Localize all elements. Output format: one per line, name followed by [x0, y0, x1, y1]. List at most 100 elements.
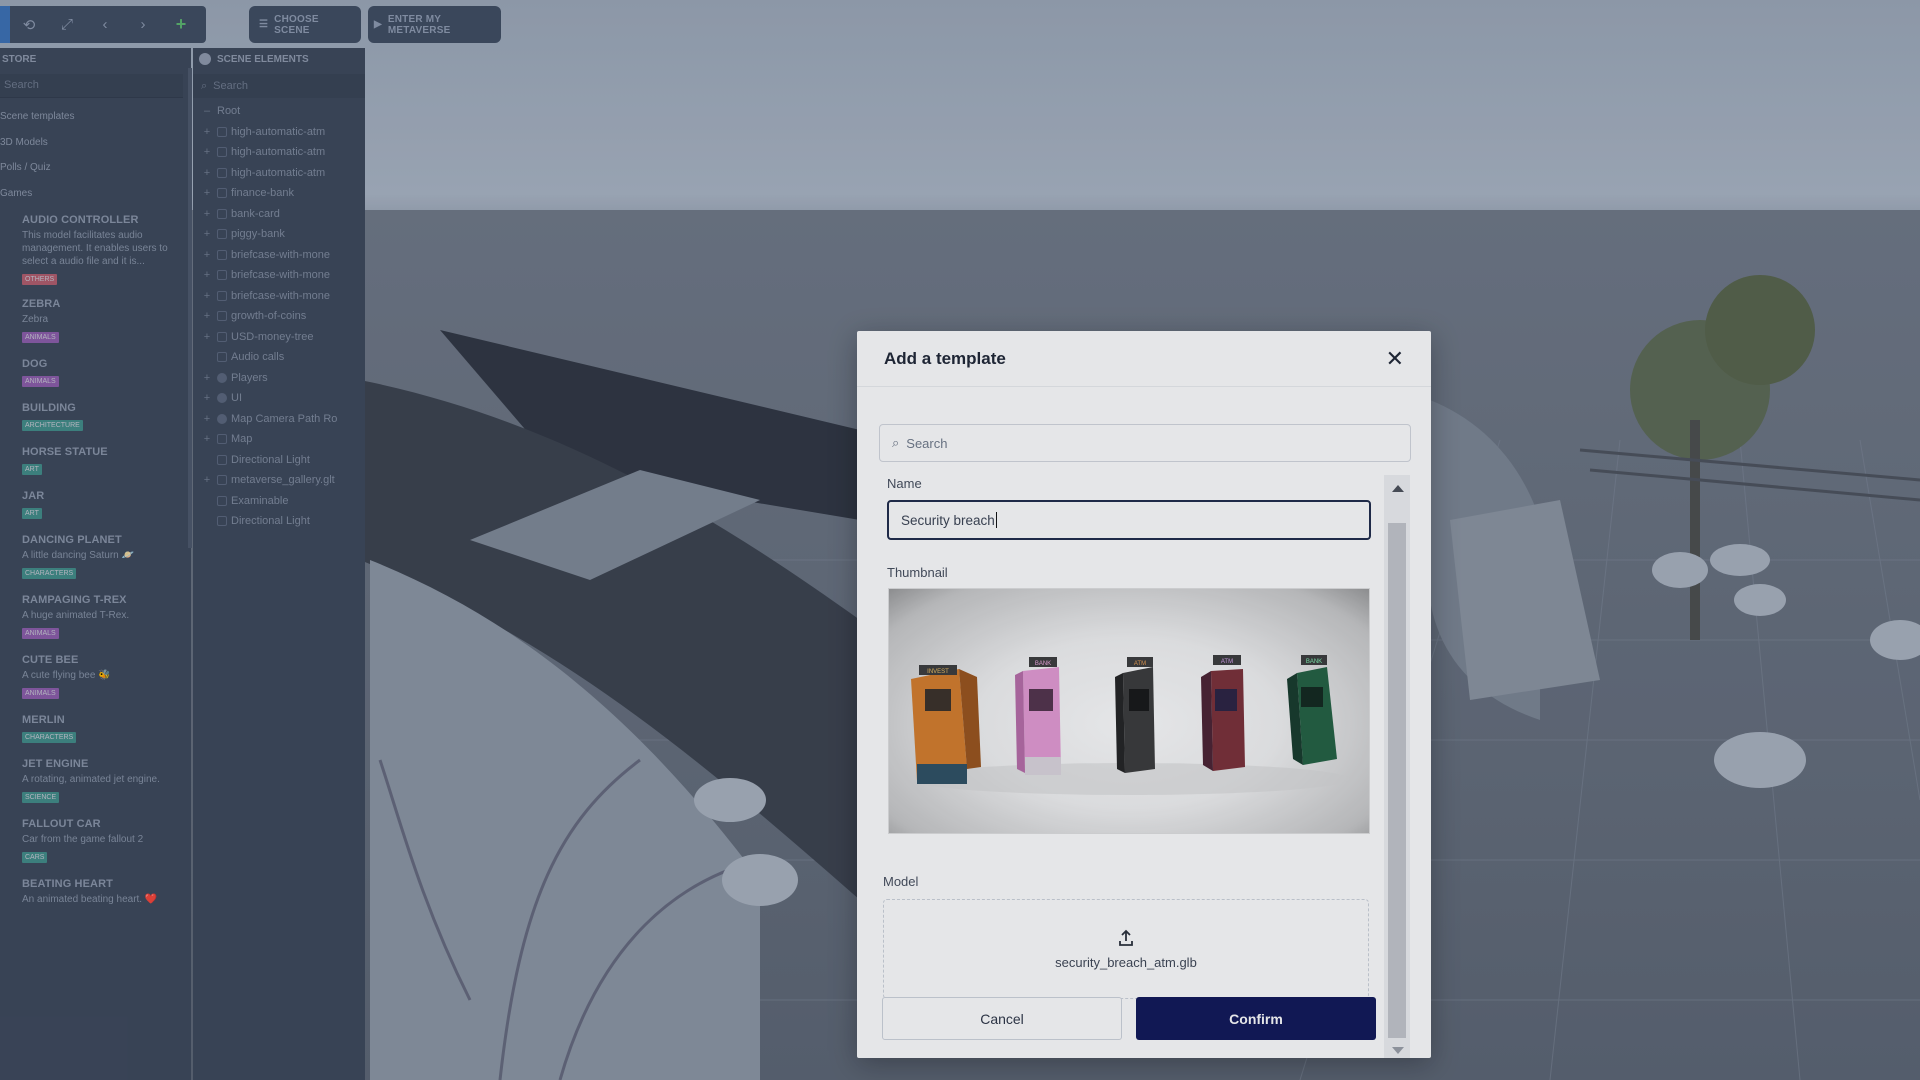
- expand-icon[interactable]: +: [201, 372, 213, 384]
- expand-icon[interactable]: +: [201, 413, 213, 425]
- store-item[interactable]: RAMPAGING T-REX A huge animated T-Rex. ANI…: [0, 594, 191, 640]
- store-item[interactable]: ZEBRA Zebra ANIMALS: [0, 298, 191, 344]
- expand-icon[interactable]: +: [201, 167, 213, 179]
- store-item[interactable]: JET ENGINE A rotating, animated jet engin…: [0, 758, 191, 804]
- visibility-checkbox[interactable]: [217, 352, 227, 363]
- expand-icon[interactable]: +: [201, 331, 213, 343]
- visibility-checkbox[interactable]: [217, 516, 227, 527]
- expand-icon[interactable]: +: [201, 474, 213, 486]
- scene-tree-item-label: Examinable: [231, 494, 289, 507]
- scene-tree-item[interactable]: + finance-bank: [193, 183, 365, 204]
- scene-tree-item[interactable]: Directional Light: [193, 450, 365, 471]
- scene-elements-search[interactable]: ⌕ Search: [193, 74, 365, 98]
- scene-tree-item[interactable]: Examinable: [193, 491, 365, 512]
- store-search-input[interactable]: Search: [0, 74, 183, 98]
- visibility-checkbox[interactable]: [217, 372, 227, 383]
- collapse-icon[interactable]: –: [201, 105, 213, 117]
- visibility-checkbox[interactable]: [217, 331, 227, 342]
- scene-tree-item[interactable]: + briefcase-with-mone: [193, 265, 365, 286]
- scene-tree-item[interactable]: + briefcase-with-mone: [193, 286, 365, 307]
- scene-tree-item[interactable]: + Map: [193, 429, 365, 450]
- visibility-checkbox[interactable]: [217, 475, 227, 486]
- thumbnail-image[interactable]: INVEST BANK ATM ATM BANK: [888, 588, 1370, 834]
- store-item[interactable]: DANCING PLANET A little dancing Saturn 🪐 C…: [0, 534, 191, 580]
- visibility-checkbox[interactable]: [217, 208, 227, 219]
- store-category[interactable]: Games: [0, 181, 191, 207]
- store-item-description: A little dancing Saturn 🪐: [22, 550, 134, 561]
- scene-tree-item[interactable]: Directional Light: [193, 511, 365, 532]
- tree-root[interactable]: – Root: [193, 101, 365, 122]
- expand-icon[interactable]: +: [201, 126, 213, 138]
- dialog-scrollbar[interactable]: [1384, 475, 1410, 1058]
- scene-tree-item[interactable]: + high-automatic-atm: [193, 122, 365, 143]
- store-item[interactable]: CUTE BEE A cute flying bee 🐝 ANIMALS: [0, 654, 191, 700]
- chevron-right-icon[interactable]: ›: [124, 6, 162, 43]
- sync-icon[interactable]: ⟲: [10, 6, 48, 43]
- scene-tree-item[interactable]: + briefcase-with-mone: [193, 245, 365, 266]
- store-item[interactable]: BEATING HEART An animated beating heart. …: [0, 878, 191, 906]
- expand-icon[interactable]: +: [201, 392, 213, 404]
- expand-icon[interactable]: +: [201, 290, 213, 302]
- expand-icon[interactable]: +: [201, 228, 213, 240]
- visibility-checkbox[interactable]: [217, 126, 227, 137]
- visibility-checkbox[interactable]: [217, 413, 227, 424]
- scene-tree-item[interactable]: + UI: [193, 388, 365, 409]
- scene-tree-item[interactable]: + metaverse_gallery.glt: [193, 470, 365, 491]
- store-category[interactable]: Scene templates: [0, 104, 191, 130]
- visibility-checkbox[interactable]: [217, 167, 227, 178]
- store-item[interactable]: MERLIN CHARACTERS: [0, 714, 191, 744]
- visibility-checkbox[interactable]: [217, 188, 227, 199]
- scene-tree-item[interactable]: + high-automatic-atm: [193, 142, 365, 163]
- store-category[interactable]: Polls / Quiz: [0, 155, 191, 181]
- scroll-up-arrow[interactable]: [1392, 485, 1404, 492]
- template-search-input[interactable]: ⌕ Search: [879, 424, 1411, 462]
- scene-tree-item[interactable]: + bank-card: [193, 204, 365, 225]
- expand-icon[interactable]: ⤢: [48, 6, 86, 43]
- scene-tree-item[interactable]: Audio calls: [193, 347, 365, 368]
- choose-scene-button[interactable]: ☰ CHOOSE SCENE: [249, 6, 361, 43]
- visibility-checkbox[interactable]: [217, 290, 227, 301]
- scene-tree-item[interactable]: + growth-of-coins: [193, 306, 365, 327]
- visibility-checkbox[interactable]: [217, 311, 227, 322]
- visibility-checkbox[interactable]: [217, 454, 227, 465]
- visibility-checkbox[interactable]: [217, 434, 227, 445]
- store-item[interactable]: HORSE STATUE ART: [0, 446, 191, 476]
- scene-tree-item[interactable]: + high-automatic-atm: [193, 163, 365, 184]
- expand-icon[interactable]: +: [201, 310, 213, 322]
- store-category[interactable]: 3D Models: [0, 130, 191, 156]
- store-scrollbar[interactable]: [188, 68, 192, 548]
- expand-icon[interactable]: +: [201, 269, 213, 281]
- chevron-left-icon[interactable]: ‹: [86, 6, 124, 43]
- confirm-button[interactable]: Confirm: [1136, 997, 1376, 1040]
- scroll-thumb[interactable]: [1388, 523, 1406, 1038]
- visibility-checkbox[interactable]: [217, 495, 227, 506]
- close-icon[interactable]: ✕: [1386, 347, 1404, 370]
- visibility-checkbox[interactable]: [217, 270, 227, 281]
- scroll-down-arrow[interactable]: [1392, 1047, 1404, 1054]
- store-item[interactable]: FALLOUT CAR Car from the game fallout 2 CA…: [0, 818, 191, 864]
- visibility-checkbox[interactable]: [217, 249, 227, 260]
- expand-icon[interactable]: +: [201, 208, 213, 220]
- name-field[interactable]: Security breach: [887, 500, 1371, 540]
- scene-tree-item[interactable]: + piggy-bank: [193, 224, 365, 245]
- store-categories: Scene templates 3D Models Polls / Quiz Game…: [0, 104, 191, 206]
- store-item[interactable]: AUDIO CONTROLLER This model facilitates a…: [0, 214, 191, 286]
- cancel-button[interactable]: Cancel: [882, 997, 1122, 1040]
- scene-tree-item[interactable]: + USD-money-tree: [193, 327, 365, 348]
- plus-icon[interactable]: +: [162, 6, 200, 43]
- scene-tree-item[interactable]: + Map Camera Path Ro: [193, 409, 365, 430]
- enter-metaverse-button[interactable]: ▶ ENTER MY METAVERSE: [368, 6, 501, 43]
- model-upload-dropzone[interactable]: security_breach_atm.glb: [883, 899, 1369, 999]
- store-item[interactable]: DOG ANIMALS: [0, 358, 191, 388]
- visibility-checkbox[interactable]: [217, 393, 227, 404]
- expand-icon[interactable]: +: [201, 249, 213, 261]
- scene-tree-item[interactable]: + Players: [193, 368, 365, 389]
- store-item-description: A rotating, animated jet engine.: [22, 774, 160, 785]
- expand-icon[interactable]: +: [201, 146, 213, 158]
- visibility-checkbox[interactable]: [217, 229, 227, 240]
- expand-icon[interactable]: +: [201, 187, 213, 199]
- visibility-checkbox[interactable]: [217, 147, 227, 158]
- store-item[interactable]: JAR ART: [0, 490, 191, 520]
- store-item[interactable]: BUILDING ARCHITECTURE: [0, 402, 191, 432]
- expand-icon[interactable]: +: [201, 433, 213, 445]
